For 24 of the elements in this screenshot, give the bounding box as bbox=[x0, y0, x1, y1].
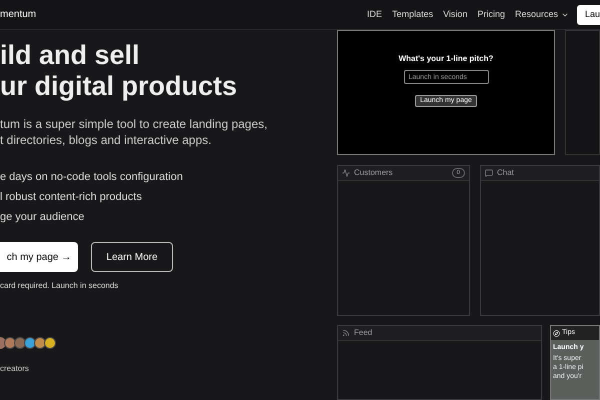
learn-more-button[interactable]: Learn More bbox=[91, 242, 173, 272]
launch-page-button[interactable]: ch my page → bbox=[0, 242, 78, 272]
nav-link[interactable]: IDE bbox=[367, 8, 382, 22]
nav-link[interactable]: Pricing bbox=[477, 8, 505, 22]
creators-text: creators bbox=[0, 363, 30, 375]
rss-icon bbox=[342, 329, 350, 337]
pitch-title: What's your 1-line pitch? bbox=[398, 53, 494, 65]
panel-title: Feed bbox=[354, 327, 372, 339]
launch-button[interactable]: Lau bbox=[577, 4, 600, 24]
pulse-icon bbox=[342, 169, 350, 177]
panel-title: Chat bbox=[497, 167, 514, 179]
hero-description: tum is a super simple tool to create landing pages, t directories, blogs and interactive apps. bbox=[0, 116, 268, 148]
nav-link[interactable]: Vision bbox=[443, 8, 468, 22]
panel-title: Customers bbox=[354, 167, 393, 179]
feature-item: e days on no-code tools configuration bbox=[0, 170, 184, 185]
feature-item: ge your audience bbox=[0, 210, 86, 225]
nav-link[interactable]: Resources bbox=[514, 8, 569, 22]
note-text: card required. Launch in seconds bbox=[0, 280, 120, 292]
compass-icon bbox=[553, 330, 560, 336]
chat-icon bbox=[485, 169, 493, 177]
logo-text[interactable]: mentum bbox=[0, 7, 36, 22]
nav-link[interactable]: Templates bbox=[392, 8, 434, 22]
feature-item: l robust content-rich products bbox=[0, 190, 143, 205]
hero-title: ild and sell ur digital products bbox=[0, 40, 238, 102]
